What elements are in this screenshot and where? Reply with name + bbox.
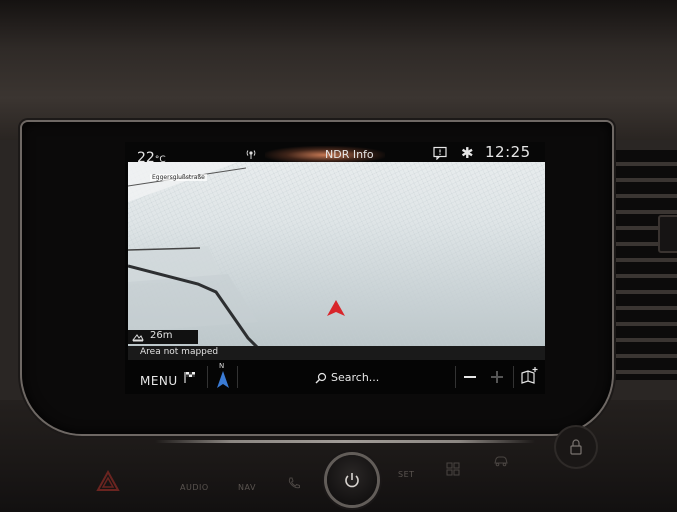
chrome-trim bbox=[155, 440, 535, 443]
gear-icon[interactable]: ✱ bbox=[461, 144, 474, 162]
search-icon bbox=[315, 372, 327, 384]
radio-station[interactable]: NDR Info bbox=[325, 148, 374, 161]
bottom-bar: MENU N Search... bbox=[125, 360, 545, 394]
compass-button[interactable]: N bbox=[215, 362, 231, 390]
apps-grid-icon[interactable] bbox=[446, 462, 460, 476]
lock-icon bbox=[570, 439, 582, 455]
destination-flag-icon[interactable] bbox=[184, 371, 198, 383]
clock: 12:25 bbox=[485, 143, 531, 161]
terrain-icon bbox=[132, 334, 144, 342]
menu-button[interactable]: MENU bbox=[140, 374, 178, 388]
divider bbox=[455, 366, 456, 388]
status-bar: 22°C NDR Info ✱ 12:25 bbox=[125, 142, 545, 166]
compass-north-label: N bbox=[219, 362, 225, 370]
search-label: Search... bbox=[331, 371, 380, 384]
map-canvas bbox=[128, 162, 545, 358]
scale-value: 26m bbox=[150, 330, 173, 341]
hazard-warning-icon[interactable] bbox=[96, 470, 120, 492]
phone-icon[interactable] bbox=[287, 476, 301, 490]
map-layers-icon[interactable] bbox=[519, 366, 539, 386]
radio-signal-icon bbox=[246, 150, 256, 159]
nav-button[interactable]: NAV bbox=[238, 483, 256, 492]
divider bbox=[513, 366, 514, 388]
audio-button[interactable]: AUDIO bbox=[180, 483, 209, 492]
notice-text: Area not mapped bbox=[140, 347, 219, 357]
car-icon[interactable] bbox=[493, 455, 509, 467]
divider bbox=[237, 366, 238, 388]
zoom-out-button[interactable] bbox=[460, 365, 482, 389]
street-name-label: Eggersglußstraße bbox=[150, 174, 207, 181]
air-vent bbox=[612, 150, 677, 380]
navigation-map[interactable]: Eggersglußstraße bbox=[128, 162, 545, 358]
search-button[interactable]: Search... bbox=[315, 370, 395, 388]
infotainment-screen: 22°C NDR Info ✱ 12:25 Eggersglußstraße 2… bbox=[125, 142, 545, 394]
message-icon[interactable] bbox=[433, 146, 447, 160]
divider bbox=[207, 366, 208, 388]
zoom-in-button[interactable] bbox=[487, 365, 509, 389]
map-scale: 26m bbox=[128, 330, 198, 344]
area-not-mapped-notice: Area not mapped bbox=[128, 346, 545, 360]
vent-knob[interactable] bbox=[658, 215, 677, 253]
set-button[interactable]: SET bbox=[398, 470, 415, 479]
door-lock-button[interactable] bbox=[556, 427, 596, 467]
power-icon bbox=[345, 473, 359, 488]
compass-arrow-icon bbox=[217, 371, 229, 388]
power-button[interactable] bbox=[327, 455, 377, 505]
dashboard-top bbox=[0, 0, 677, 140]
